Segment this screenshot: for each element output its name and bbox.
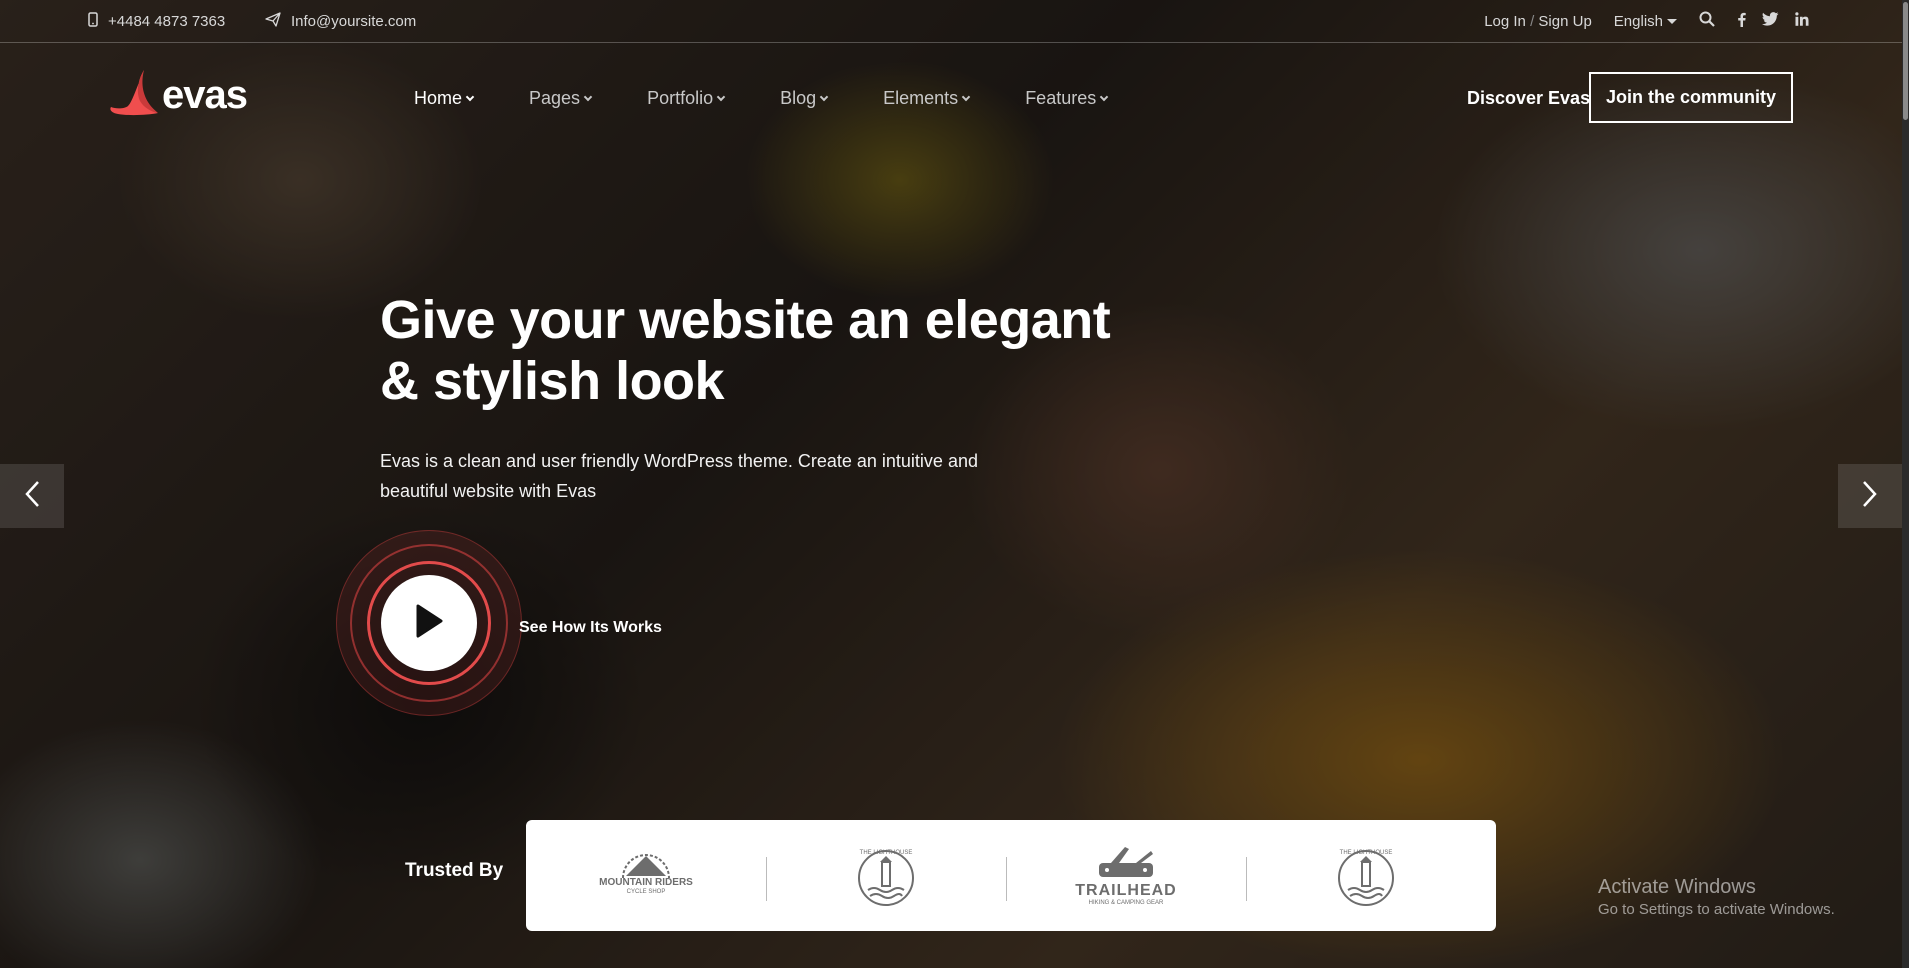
partner-logo-lighthouse-2[interactable]: THE LIGHTHOUSE — [1246, 820, 1486, 931]
discover-link[interactable]: Discover Evas — [1467, 88, 1590, 109]
topbar-email[interactable]: Info@yoursite.com — [265, 12, 416, 31]
auth-links: Log In / Sign Up — [1484, 13, 1592, 30]
nav-item-pages[interactable]: Pages — [529, 88, 593, 109]
nav-item-blog[interactable]: Blog — [780, 88, 829, 109]
facebook-icon[interactable] — [1737, 12, 1746, 31]
mountain-riders-text: MOUNTAIN RIDERS CYCLE SHOP — [526, 877, 766, 895]
slider-prev-button[interactable] — [0, 464, 64, 528]
windows-activation-watermark: Activate Windows Go to Settings to activ… — [1598, 876, 1835, 918]
slider-next-button[interactable] — [1838, 464, 1902, 528]
partner-logo-lighthouse-1[interactable]: THE LIGHTHOUSE — [766, 820, 1006, 931]
play-icon — [414, 604, 444, 643]
chevron-right-icon — [1862, 480, 1878, 513]
partner-name: TRAILHEAD — [1075, 882, 1177, 899]
partner-subtitle: CYCLE SHOP — [626, 889, 666, 895]
mountain-riders-logo-icon — [609, 853, 683, 890]
chevron-down-icon — [961, 92, 971, 101]
chevron-down-icon — [1099, 92, 1109, 101]
phone-icon — [88, 12, 98, 31]
nav-item-portfolio[interactable]: Portfolio — [647, 88, 726, 109]
hero-description: Evas is a clean and user friendly WordPr… — [380, 446, 980, 506]
partner-logo-mountain-riders[interactable]: MOUNTAIN RIDERS CYCLE SHOP — [526, 820, 766, 931]
language-label: English — [1613, 12, 1663, 30]
nav-item-features[interactable]: Features — [1025, 88, 1109, 109]
nav-item-label: Home — [414, 88, 463, 108]
page-scrollbar[interactable] — [1902, 0, 1909, 968]
nav-item-label: Portfolio — [647, 88, 714, 108]
nav-item-label: Pages — [529, 88, 581, 108]
brand-logo[interactable]: evas — [108, 68, 248, 123]
auth-separator: / — [1530, 12, 1535, 30]
send-icon — [265, 12, 281, 31]
hero-title-line1: Give your website an elegant — [380, 290, 1111, 350]
signup-link[interactable]: Sign Up — [1538, 13, 1591, 30]
topbar-phone[interactable]: +4484 4873 7363 — [88, 12, 225, 31]
chevron-down-icon — [583, 92, 593, 101]
nav-item-label: Elements — [883, 88, 959, 108]
partner-logo-trailhead[interactable]: TRAILHEAD HIKING & CAMPING GEAR — [1006, 820, 1246, 931]
join-community-button[interactable]: Join the community — [1589, 72, 1793, 123]
chevron-left-icon — [24, 480, 40, 513]
play-video-label[interactable]: See How Its Works — [519, 619, 662, 637]
trusted-by-label: Trusted By — [405, 860, 504, 881]
chevron-down-icon — [819, 92, 829, 101]
partner-subtitle: HIKING & CAMPING GEAR — [1088, 900, 1164, 906]
language-selector[interactable]: English — [1614, 13, 1677, 30]
watermark-title: Activate Windows — [1598, 876, 1756, 898]
play-video-control — [336, 530, 522, 716]
nav-item-home[interactable]: Home — [414, 88, 475, 109]
trailhead-text: TRAILHEAD HIKING & CAMPING GEAR — [1006, 882, 1246, 906]
lighthouse-logo-icon: THE LIGHTHOUSE — [1338, 849, 1394, 906]
logo-text: evas — [162, 73, 248, 117]
nav-item-label: Blog — [780, 88, 817, 108]
nav-item-label: Features — [1025, 88, 1097, 108]
phone-number: +4484 4873 7363 — [108, 13, 226, 30]
chevron-down-icon — [465, 92, 475, 101]
main-navbar: evas Home Pages Portfolio Blog Elements … — [0, 44, 1909, 154]
hero-title: Give your website an elegant & stylish l… — [380, 290, 1140, 412]
caret-down-icon — [1667, 18, 1677, 24]
nav-item-elements[interactable]: Elements — [883, 88, 971, 109]
watermark-subtitle: Go to Settings to activate Windows. — [1598, 901, 1835, 918]
logo-mark-icon — [108, 68, 160, 123]
topbar: +4484 4873 7363 Info@yoursite.com Log In… — [0, 0, 1909, 43]
play-button[interactable] — [381, 575, 477, 671]
partner-name: THE LIGHTHOUSE — [1340, 850, 1393, 856]
twitter-icon[interactable] — [1762, 11, 1779, 31]
social-links — [1737, 11, 1809, 31]
email-address: Info@yoursite.com — [291, 13, 417, 30]
trailhead-knife-icon — [1099, 846, 1153, 877]
partner-name: MOUNTAIN RIDERS — [599, 877, 693, 888]
nav-menu: Home Pages Portfolio Blog Elements Featu… — [414, 88, 1163, 109]
linkedin-icon[interactable] — [1795, 11, 1809, 31]
lighthouse-logo-icon: THE LIGHTHOUSE — [858, 849, 914, 906]
partner-name: THE LIGHTHOUSE — [860, 850, 913, 856]
trusted-logos-card: MOUNTAIN RIDERS CYCLE SHOP THE LIGHTHOUS… — [526, 820, 1496, 931]
topbar-right: Log In / Sign Up English — [1484, 11, 1809, 31]
search-icon[interactable] — [1699, 11, 1715, 31]
chevron-down-icon — [716, 92, 726, 101]
hero-desc-line2: beautiful website with Evas — [380, 481, 597, 501]
scrollbar-thumb[interactable] — [1903, 2, 1908, 120]
login-link[interactable]: Log In — [1484, 13, 1526, 30]
hero-desc-line1: Evas is a clean and user friendly WordPr… — [380, 451, 978, 471]
hero-title-line2: & stylish look — [380, 351, 725, 411]
